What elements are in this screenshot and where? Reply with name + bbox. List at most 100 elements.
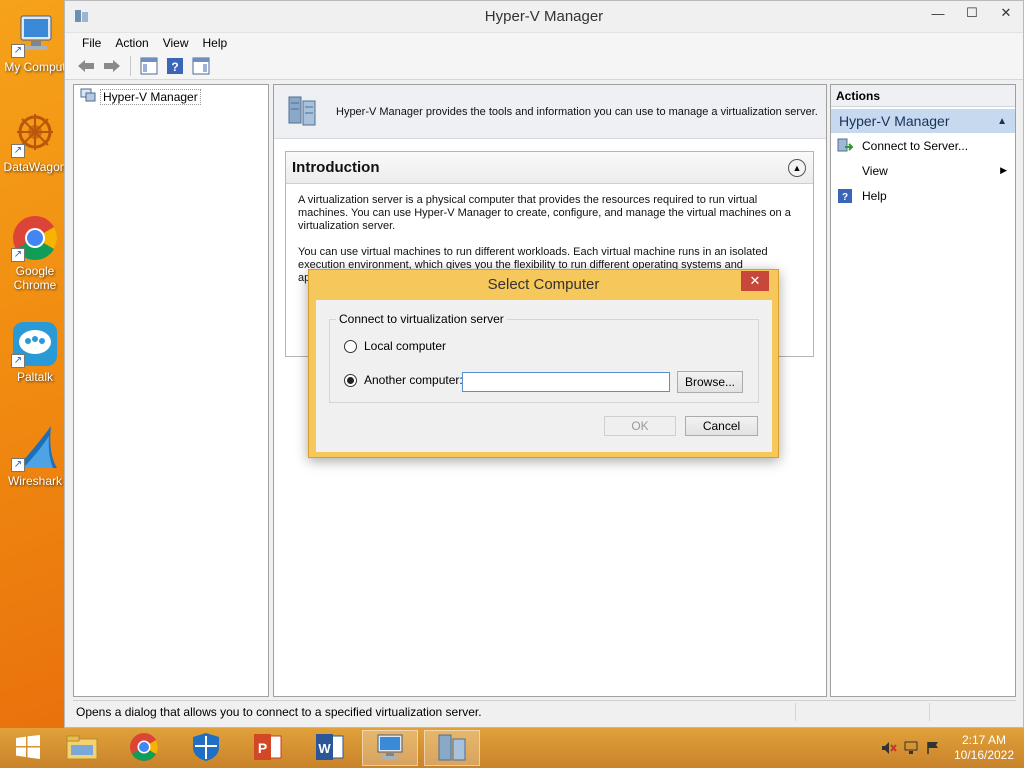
desktop-icon-label: Wireshark <box>7 474 62 488</box>
action-connect-to-server[interactable]: Connect to Server... <box>831 133 1015 158</box>
taskbar-word[interactable]: W <box>302 730 358 766</box>
action-label: Help <box>862 188 887 203</box>
minimize-button[interactable]: — <box>921 1 955 25</box>
submenu-arrow-icon: ▶ <box>1000 165 1007 175</box>
system-tray: 2:17 AM 10/16/2022 <box>878 728 1024 768</box>
server-icon <box>286 93 320 130</box>
clock-time: 2:17 AM <box>961 733 1007 747</box>
actions-group-hyper-v-manager[interactable]: Hyper-V Manager ▲ <box>831 109 1015 133</box>
select-computer-dialog: Select Computer ✕ Connect to virtualizat… <box>308 269 779 458</box>
menu-action[interactable]: Action <box>108 36 155 50</box>
menu-help[interactable]: Help <box>196 36 235 50</box>
datawagon-icon: ↗ <box>11 110 59 158</box>
chrome-icon: ↗ <box>11 214 59 262</box>
paltalk-icon: ↗ <box>11 320 59 368</box>
desktop-icon-chrome[interactable]: ↗ Google Chrome <box>2 214 68 292</box>
desktop-icon-label: DataWagon <box>3 160 67 174</box>
network-icon[interactable] <box>900 741 922 755</box>
ok-button[interactable]: OK <box>604 416 676 436</box>
file-explorer-icon <box>66 733 98 764</box>
show-hide-action-pane-icon[interactable] <box>190 55 212 77</box>
action-help[interactable]: ? Help <box>831 183 1015 208</box>
remote-desktop-icon <box>374 733 406 764</box>
actions-pane: Actions Hyper-V Manager ▲ Connect to Ser… <box>830 84 1016 697</box>
menu-file[interactable]: File <box>75 36 108 50</box>
taskbar-remote-desktop[interactable] <box>362 730 418 766</box>
back-arrow-icon[interactable] <box>75 55 97 77</box>
introduction-paragraph: A virtualization server is a physical co… <box>298 194 791 232</box>
svg-text:?: ? <box>842 192 848 203</box>
dialog-close-button[interactable]: ✕ <box>741 271 769 291</box>
radio-selected-icon[interactable] <box>344 373 357 387</box>
toolbar: ? <box>65 53 1023 80</box>
console-tree-pane: Hyper-V Manager <box>73 84 269 697</box>
action-label: View <box>862 163 888 178</box>
desktop-icon-label: My Comput <box>4 60 66 74</box>
local-computer-radio[interactable]: Local computer <box>344 339 446 353</box>
content-description: Hyper-V Manager provides the tools and i… <box>336 105 818 118</box>
dialog-title: Select Computer <box>487 276 600 293</box>
chrome-icon <box>129 732 159 765</box>
introduction-title: Introduction <box>292 159 380 176</box>
another-computer-radio[interactable]: Another computer: <box>344 373 463 387</box>
clock-date: 10/16/2022 <box>953 748 1015 762</box>
taskbar: P W 2:17 AM 10/16/2022 <box>0 728 1024 768</box>
wireshark-icon: ↗ <box>11 424 59 472</box>
action-label: Connect to Server... <box>862 138 969 153</box>
tree-item-hyper-v-manager[interactable]: Hyper-V Manager <box>80 88 201 105</box>
start-icon <box>15 734 41 763</box>
desktop-icon-datawagon[interactable]: ↗ DataWagon <box>2 110 68 174</box>
hyper-v-manager-icon <box>80 88 96 105</box>
forward-arrow-icon[interactable] <box>101 55 123 77</box>
defender-icon <box>192 732 220 765</box>
collapse-arrow-icon[interactable]: ▲ <box>997 116 1007 127</box>
actions-group-label: Hyper-V Manager <box>839 113 950 129</box>
actions-header: Actions <box>831 85 1015 107</box>
desktop-icon-paltalk[interactable]: ↗ Paltalk <box>2 320 68 384</box>
content-header: Hyper-V Manager provides the tools and i… <box>274 85 826 139</box>
help-icon[interactable]: ? <box>164 55 186 77</box>
cancel-button[interactable]: Cancel <box>685 416 758 436</box>
taskbar-chrome[interactable] <box>116 730 172 766</box>
taskbar-clock[interactable]: 2:17 AM 10/16/2022 <box>944 733 1024 763</box>
svg-text:W: W <box>318 741 331 756</box>
word-icon: W <box>315 732 345 765</box>
status-text: Opens a dialog that allows you to connec… <box>76 704 482 719</box>
close-button[interactable]: ✕ <box>989 1 1023 25</box>
group-label: Connect to virtualization server <box>336 312 507 326</box>
taskbar-defender[interactable] <box>178 730 234 766</box>
window-title: Hyper-V Manager <box>484 8 604 25</box>
taskbar-file-explorer[interactable] <box>54 730 110 766</box>
help-icon: ? <box>837 188 853 204</box>
taskbar-powerpoint[interactable]: P <box>240 730 296 766</box>
svg-text:?: ? <box>171 60 178 74</box>
desktop-icon-wireshark[interactable]: ↗ Wireshark <box>2 424 68 488</box>
svg-text:P: P <box>258 740 267 756</box>
collapse-icon[interactable]: ▲ <box>788 159 806 177</box>
status-bar: Opens a dialog that allows you to connec… <box>73 700 1016 722</box>
volume-muted-icon[interactable] <box>878 741 900 755</box>
computer-name-input[interactable] <box>462 372 670 392</box>
start-button[interactable] <box>0 730 56 766</box>
title-bar[interactable]: Hyper-V Manager — ☐ ✕ <box>65 1 1023 32</box>
desktop-icon-my-computer[interactable]: ↗ My Comput <box>2 10 68 74</box>
connect-group: Connect to virtualization server Local c… <box>329 312 759 403</box>
menu-view[interactable]: View <box>156 36 196 50</box>
hyper-v-icon <box>74 8 90 27</box>
desktop-icon-label: Google Chrome <box>13 264 57 292</box>
powerpoint-icon: P <box>253 732 283 765</box>
taskbar-hyper-v-manager[interactable] <box>424 730 480 766</box>
radio-unselected-icon[interactable] <box>344 339 357 353</box>
hyper-v-icon <box>436 732 468 765</box>
tree-item-label: Hyper-V Manager <box>100 88 201 105</box>
browse-button[interactable]: Browse... <box>677 371 743 393</box>
action-center-flag-icon[interactable] <box>922 741 944 755</box>
maximize-button[interactable]: ☐ <box>955 1 989 25</box>
desktop-icon-label: Paltalk <box>16 370 54 384</box>
introduction-header[interactable]: Introduction ▲ <box>286 152 813 184</box>
computer-icon: ↗ <box>11 10 59 58</box>
radio-label: Local computer <box>364 339 447 353</box>
show-hide-console-tree-icon[interactable] <box>138 55 160 77</box>
action-view[interactable]: View ▶ <box>831 158 1015 183</box>
menu-bar: File Action View Help <box>65 32 1023 53</box>
